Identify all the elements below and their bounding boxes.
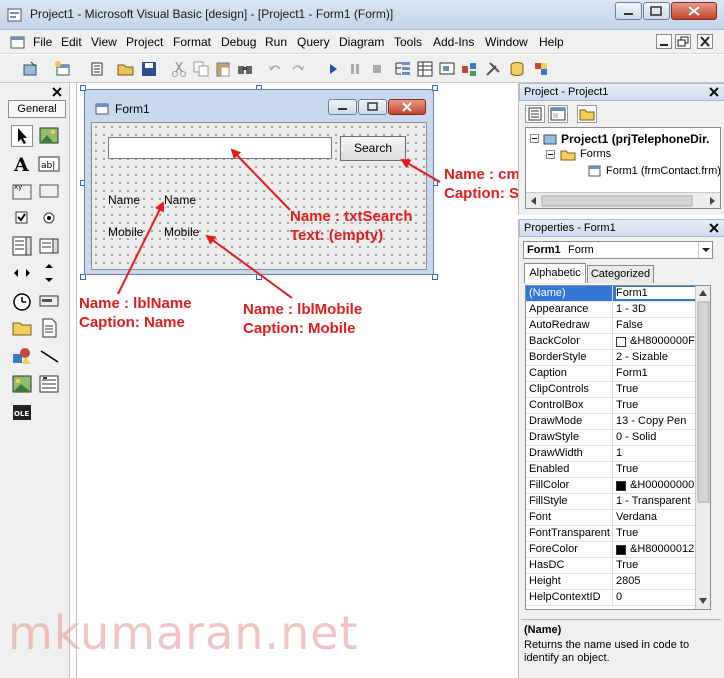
annotation-txtsearch-name: Name : txtSearch (290, 208, 413, 225)
arrow-to-lbl-name (117, 201, 164, 295)
object-selector-dropdown[interactable]: Form1 Form (523, 241, 713, 259)
property-name: FillStyle (529, 495, 568, 507)
property-name: BorderStyle (529, 351, 587, 363)
annotation-txtsearch-text: Text: (empty) (290, 227, 384, 244)
form1-node[interactable]: Form1 (frmContact.frm) (606, 165, 720, 177)
project-panel-close-icon[interactable] (708, 86, 720, 98)
project-panel-header: Project - Project1 (519, 83, 724, 101)
project-tree-hscrollbar[interactable] (526, 192, 720, 208)
property-row[interactable]: HasDC True (526, 558, 710, 574)
toggle-folders-button[interactable] (577, 105, 597, 123)
properties-panel: Properties - Form1 Form1 Form Alphabetic… (518, 219, 724, 678)
property-name: Height (529, 575, 561, 587)
property-row[interactable]: ClipControls True (526, 382, 710, 398)
property-name: DrawMode (529, 415, 583, 427)
property-row[interactable]: DrawWidth 1 (526, 446, 710, 462)
property-name: FontTransparent (529, 527, 610, 539)
project-root-node[interactable]: Project1 (prjTelephoneDir. (561, 132, 709, 146)
folder-icon (560, 148, 576, 162)
property-name: Enabled (529, 463, 570, 475)
property-row[interactable]: HelpContextID 0 (526, 590, 710, 606)
color-swatch (616, 545, 626, 555)
property-grid-vscrollbar[interactable] (695, 286, 710, 609)
project-tree: Project1 (prjTelephoneDir. Forms Form1 (… (525, 127, 721, 209)
arrow-to-lbl-mobile (205, 234, 293, 299)
tab-alphabetic[interactable]: Alphabetic (524, 263, 586, 283)
properties-panel-title: Properties - Form1 (524, 222, 616, 234)
properties-panel-close-icon[interactable] (708, 222, 720, 234)
annotation-lblmobile: Name : lblMobile Caption: Mobile (243, 300, 362, 338)
property-row[interactable]: Appearance 1 - 3D (526, 302, 710, 318)
property-row[interactable]: FillColor &H00000000 (526, 478, 710, 494)
property-name: ClipControls (529, 383, 589, 395)
property-row[interactable]: Height 2805 (526, 574, 710, 590)
tree-collapse-icon[interactable] (530, 134, 539, 143)
color-swatch (616, 337, 626, 347)
tab-alphabetic-label: Alphabetic (529, 267, 581, 279)
annotation-lblname-caption: Caption: Name (79, 314, 185, 331)
tree-collapse-icon[interactable] (546, 150, 555, 159)
view-code-button[interactable] (525, 105, 545, 123)
property-name: HasDC (529, 559, 565, 571)
property-row[interactable]: FontTransparent True (526, 526, 710, 542)
property-description-box: (Name) Returns the name used in code to … (521, 619, 721, 675)
project-explorer-panel: Project - Project1 Project1 (prjTelephon… (518, 83, 724, 215)
tab-categorized[interactable]: Categorized (587, 265, 654, 283)
properties-panel-header: Properties - Form1 (519, 219, 724, 237)
property-name: AutoRedraw (529, 319, 590, 331)
project-icon (543, 132, 557, 146)
property-name: Font (529, 511, 552, 523)
form-file-icon (588, 164, 602, 178)
watermark-text: mkumaran.net (8, 606, 359, 660)
property-name: (Name) (529, 287, 566, 299)
annotation-txtsearch: Name : txtSearch Text: (empty) (290, 207, 413, 245)
property-name: DrawStyle (529, 431, 580, 443)
property-name: HelpContextID (529, 591, 601, 603)
description-title: (Name) (524, 624, 562, 636)
color-swatch (616, 481, 626, 491)
property-row[interactable]: ForeColor &H80000012 (526, 542, 710, 558)
property-row[interactable]: DrawMode 13 - Copy Pen (526, 414, 710, 430)
property-name: DrawWidth (529, 447, 583, 459)
object-selector-type: Form (568, 244, 594, 256)
annotation-lblmobile-caption: Caption: Mobile (243, 320, 356, 337)
property-name: FillColor (529, 479, 570, 491)
property-row[interactable]: Font Verdana (526, 510, 710, 526)
property-row[interactable]: Caption Form1 (526, 366, 710, 382)
property-row[interactable]: ControlBox True (526, 398, 710, 414)
chevron-down-icon[interactable] (698, 242, 712, 258)
annotation-lblname-name: Name : lblName (79, 295, 192, 312)
property-row[interactable]: (Name) Form1 (526, 286, 710, 302)
property-row[interactable]: DrawStyle 0 - Solid (526, 430, 710, 446)
arrow-to-search-button (400, 158, 441, 183)
project-panel-title: Project - Project1 (524, 86, 609, 98)
property-row[interactable]: AutoRedraw False (526, 318, 710, 334)
property-name: ControlBox (529, 399, 584, 411)
arrow-to-search-textbox (230, 148, 291, 211)
property-name: Caption (529, 367, 567, 379)
forms-folder-node[interactable]: Forms (580, 148, 611, 160)
property-row[interactable]: BorderStyle 2 - Sizable (526, 350, 710, 366)
property-name: BackColor (529, 335, 580, 347)
description-text: Returns the name used in code to identif… (524, 639, 690, 664)
view-object-button[interactable] (548, 105, 568, 123)
annotation-lblmobile-name: Name : lblMobile (243, 301, 363, 318)
property-name: Appearance (529, 303, 589, 315)
property-row[interactable]: BackColor &H8000000F (526, 334, 710, 350)
annotation-lblname: Name : lblName Caption: Name (79, 294, 192, 332)
tab-categorized-label: Categorized (590, 268, 651, 280)
property-row[interactable]: FillStyle 1 - Transparent (526, 494, 710, 510)
property-name: ForeColor (529, 543, 578, 555)
property-grid: (Name) Form1 Appearance 1 - 3D AutoRedraw F… (525, 285, 711, 610)
object-selector-name: Form1 (527, 244, 561, 256)
property-row[interactable]: Enabled True (526, 462, 710, 478)
